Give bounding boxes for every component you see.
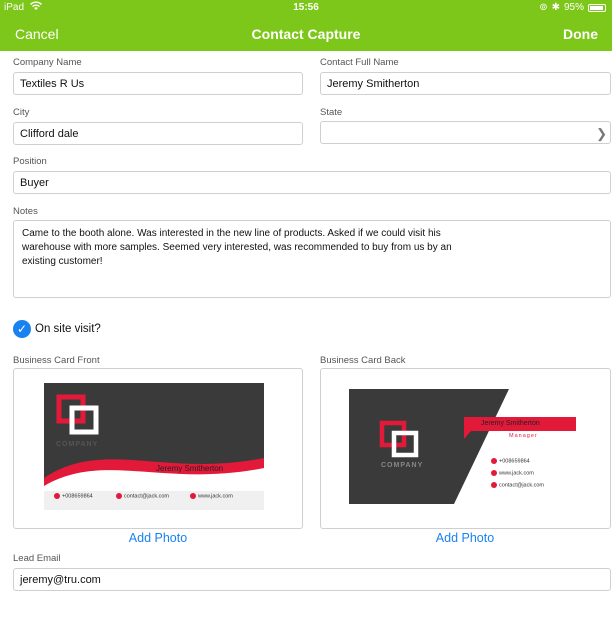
card-front-name: Jeremy Smitherton (156, 464, 224, 473)
contact-name-label: Contact Full Name (320, 57, 399, 68)
bluetooth-icon: ✱ (551, 2, 560, 13)
done-button[interactable]: Done (563, 26, 598, 42)
battery-icon (588, 3, 606, 12)
notes-text: Came to the booth alone. Was interested … (22, 228, 452, 267)
onsite-checkbox[interactable]: ✓ (13, 320, 31, 338)
phone-icon (491, 458, 497, 464)
card-front-company: COMPANY (56, 441, 99, 448)
checkmark-icon: ✓ (16, 322, 28, 336)
onsite-label: On site visit? (35, 323, 101, 335)
position-field[interactable]: Buyer (13, 171, 611, 194)
notes-textarea[interactable]: Came to the booth alone. Was interested … (13, 220, 611, 298)
lock-rotation-icon: ⊚ (539, 2, 548, 13)
clock: 15:56 (293, 2, 319, 13)
web-icon (190, 493, 196, 499)
card-back-role: Manager (509, 433, 538, 439)
lead-email-field[interactable]: jeremy@tru.com (13, 568, 611, 591)
page-title: Contact Capture (251, 26, 361, 42)
card-front-label: Business Card Front (13, 355, 100, 366)
card-back-photo[interactable]: COMPANY Jeremy Smitherton Manager +00865… (320, 368, 611, 529)
card-front-email: contact@jack.com (116, 493, 169, 499)
company-name-label: Company Name (13, 57, 82, 68)
company-name-field[interactable]: Textiles R Us (13, 72, 303, 95)
state-select[interactable]: ❯ (320, 121, 611, 144)
card-front-photo[interactable]: COMPANY Jeremy Smitherton +008659864 con… (13, 368, 303, 529)
card-back-company: COMPANY (381, 462, 424, 469)
city-field[interactable]: Clifford dale (13, 122, 303, 145)
nav-bar: Cancel Contact Capture Done (0, 16, 612, 51)
lead-email-label: Lead Email (13, 553, 61, 564)
position-label: Position (13, 156, 47, 167)
card-back-label: Business Card Back (320, 355, 406, 366)
card-back-web: www.jack.com (491, 470, 534, 476)
web-icon (491, 470, 497, 476)
contact-name-field[interactable]: Jeremy Smitherton (320, 72, 611, 95)
card-front-web: www.jack.com (190, 493, 233, 499)
chevron-right-icon: ❯ (596, 126, 607, 141)
card-back-email: contact@jack.com (491, 482, 544, 488)
notes-label: Notes (13, 206, 38, 217)
state-label: State (320, 107, 343, 118)
card-front-image: COMPANY Jeremy Smitherton +008659864 con… (44, 383, 264, 510)
card-front-phone: +008659864 (54, 493, 93, 499)
add-photo-back-button[interactable]: Add Photo (320, 531, 610, 545)
card-back-phone: +008659864 (491, 458, 530, 464)
status-right: ⊚ ✱ 95% (539, 2, 606, 13)
phone-icon (54, 493, 60, 499)
add-photo-front-button[interactable]: Add Photo (13, 531, 303, 545)
email-icon (116, 493, 122, 499)
card-back-image: COMPANY Jeremy Smitherton Manager +00865… (349, 389, 576, 504)
status-bar: iPad 15:56 ⊚ ✱ 95% (0, 0, 612, 16)
city-label: City (13, 107, 30, 118)
card-back-name: Jeremy Smitherton (481, 420, 540, 427)
battery-percent: 95% (563, 2, 584, 13)
email-icon (491, 482, 497, 488)
